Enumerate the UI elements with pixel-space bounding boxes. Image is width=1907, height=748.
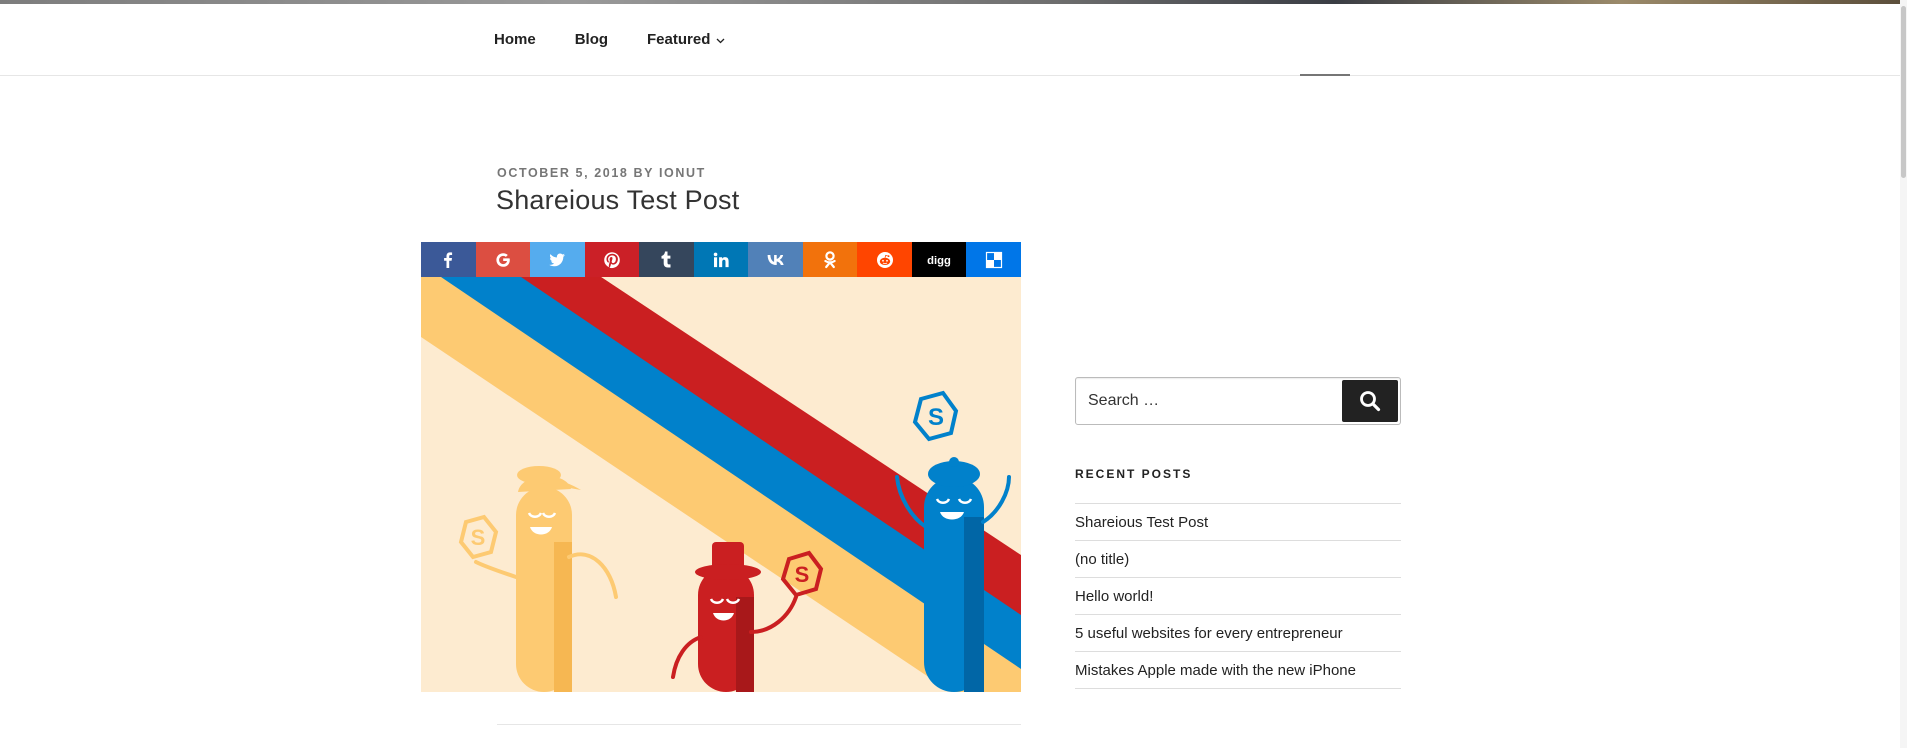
share-button-reddit[interactable] (857, 242, 912, 277)
nav-item-label: Home (494, 31, 536, 48)
recent-post-link[interactable]: (no title) (1075, 541, 1401, 578)
svg-text:S: S (795, 562, 810, 587)
content-divider (497, 724, 1021, 725)
post-title: Shareious Test Post (496, 185, 740, 215)
share-button-linkedin[interactable] (693, 242, 749, 277)
svg-text:S: S (471, 525, 486, 550)
twitter-icon (549, 253, 566, 266)
nav-item-home[interactable]: Home (494, 31, 536, 48)
recent-post-link[interactable]: 5 useful websites for every entrepreneur (1075, 615, 1401, 652)
recent-post-link[interactable]: Mistakes Apple made with the new iPhone (1075, 652, 1401, 689)
linkedin-icon (713, 252, 729, 267)
nav-active-indicator (1300, 74, 1350, 76)
share-bar: digg (421, 242, 1022, 277)
nav-item-featured[interactable]: Featured (647, 31, 725, 48)
post-featured-image: S S S (421, 277, 1021, 692)
post-author-link[interactable]: Ionut (659, 166, 706, 180)
main-menu: Home Blog Featured (494, 4, 764, 75)
chevron-down-icon (716, 31, 725, 48)
reddit-icon (876, 251, 893, 268)
navigation-bar: Home Blog Featured (0, 4, 1900, 76)
share-button-twitter[interactable] (530, 242, 585, 277)
post-date-link[interactable]: October 5, 2018 (497, 166, 628, 180)
share-button-tumblr[interactable] (639, 242, 694, 277)
scrollbar-thumb[interactable] (1901, 6, 1906, 178)
nav-item-blog[interactable]: Blog (575, 31, 608, 48)
scrollbar-track[interactable] (1900, 0, 1907, 748)
search-icon (1360, 391, 1381, 412)
svg-text:S: S (928, 404, 944, 431)
recent-posts-list: Shareious Test Post (no title) Hello wor… (1075, 503, 1401, 689)
recent-post-link[interactable]: Hello world! (1075, 578, 1401, 615)
search-button[interactable] (1342, 380, 1398, 422)
recent-posts-title: Recent Posts (1075, 467, 1193, 481)
share-button-pinterest[interactable] (584, 242, 640, 277)
vk-icon (767, 254, 784, 265)
share-button-delicious[interactable] (966, 242, 1022, 277)
digg-icon: digg (927, 254, 951, 266)
svg-text:digg: digg (927, 254, 951, 266)
share-button-facebook[interactable] (421, 242, 476, 277)
share-button-odnoklassniki[interactable] (802, 242, 858, 277)
tumblr-icon (661, 251, 671, 267)
recent-post-link[interactable]: Shareious Test Post (1075, 504, 1401, 541)
share-button-vk[interactable] (748, 242, 803, 277)
google-icon (496, 252, 510, 267)
share-button-google[interactable] (475, 242, 531, 277)
share-button-digg[interactable]: digg (911, 242, 967, 277)
search-form (1075, 377, 1401, 425)
pinterest-icon (604, 251, 620, 268)
odnoklassniki-icon (824, 250, 836, 268)
nav-item-label: Featured (647, 31, 711, 48)
delicious-icon (985, 251, 1002, 268)
post-by-label: by (633, 166, 654, 180)
post-meta: October 5, 2018 by Ionut (497, 166, 706, 180)
nav-item-label: Blog (574, 31, 609, 48)
facebook-icon (444, 251, 453, 268)
